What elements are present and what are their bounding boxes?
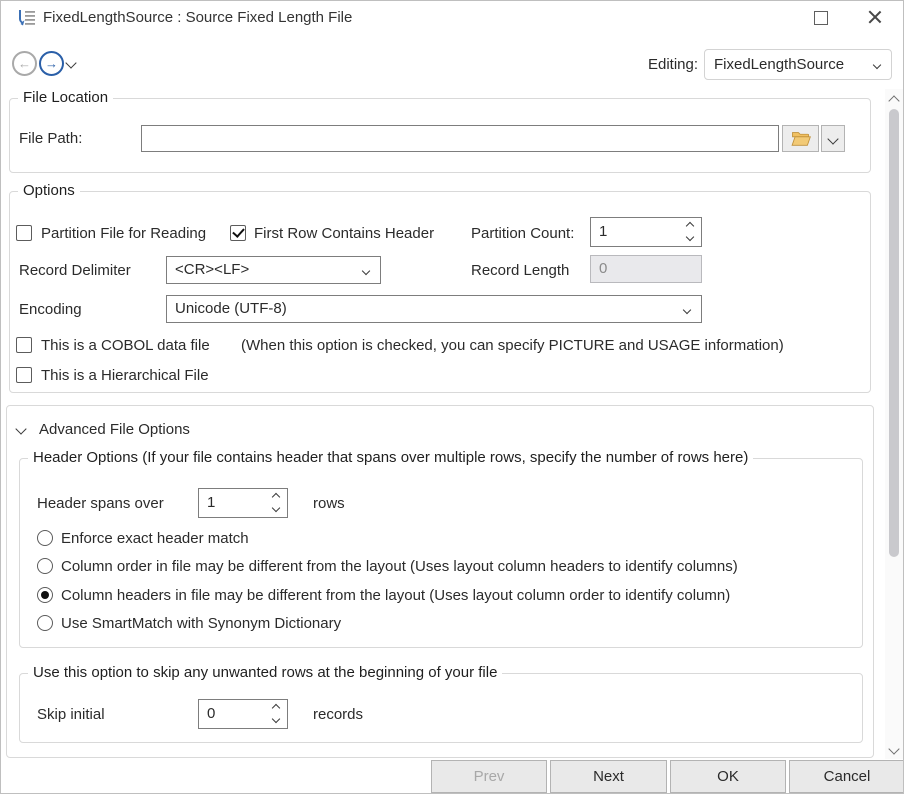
spin-up-icon[interactable]: [272, 493, 280, 501]
header-spans-stepper[interactable]: 1: [198, 488, 288, 518]
file-path-options-button[interactable]: [821, 125, 845, 152]
file-path-label: File Path:: [19, 130, 82, 147]
window-title: FixedLengthSource : Source Fixed Length …: [43, 9, 352, 26]
radio-column-order-different-label: Column order in file may be different fr…: [61, 558, 738, 575]
prev-button: Prev: [431, 760, 547, 793]
record-delimiter-value: <CR><LF>: [175, 261, 249, 278]
skip-initial-stepper[interactable]: 0: [198, 699, 288, 729]
spin-up-icon[interactable]: [686, 222, 694, 230]
skip-initial-label: Skip initial: [37, 706, 105, 723]
skip-initial-suffix: records: [313, 706, 363, 723]
header-spans-suffix: rows: [313, 495, 345, 512]
ok-button[interactable]: OK: [670, 760, 786, 793]
record-length-value: 0: [599, 260, 607, 277]
spin-up-icon[interactable]: [272, 704, 280, 712]
editing-object-value: FixedLengthSource: [714, 56, 844, 73]
encoding-dropdown[interactable]: Unicode (UTF-8): [166, 295, 702, 323]
file-path-input[interactable]: [141, 125, 779, 152]
forward-menu-chevron-icon[interactable]: [65, 57, 76, 68]
advanced-options-title[interactable]: Advanced File Options: [39, 421, 190, 438]
vertical-scrollbar[interactable]: [885, 89, 903, 759]
partition-count-label: Partition Count:: [471, 225, 574, 242]
chevron-down-icon: [362, 267, 370, 275]
hierarchical-file-checkbox[interactable]: [16, 367, 32, 383]
editing-label: Editing:: [648, 56, 698, 73]
browse-file-button[interactable]: [782, 125, 819, 152]
partition-count-value: 1: [599, 223, 607, 240]
partition-count-stepper[interactable]: 1: [590, 217, 702, 247]
skip-rows-legend: Use this option to skip any unwanted row…: [28, 664, 502, 681]
cancel-button[interactable]: Cancel: [789, 760, 904, 793]
skip-initial-value: 0: [207, 705, 215, 722]
maximize-button[interactable]: [814, 11, 828, 25]
close-button[interactable]: [867, 9, 883, 25]
source-document-icon: [17, 9, 37, 27]
record-length-label: Record Length: [471, 262, 569, 279]
options-group: Options: [9, 191, 871, 393]
editing-object-dropdown[interactable]: FixedLengthSource: [704, 49, 892, 80]
partition-file-label: Partition File for Reading: [41, 225, 206, 242]
skip-rows-group: Use this option to skip any unwanted row…: [19, 673, 863, 743]
back-button: ←: [12, 51, 37, 76]
radio-column-headers-different-label: Column headers in file may be different …: [61, 587, 730, 604]
header-options-legend: Header Options (If your file contains he…: [28, 449, 753, 466]
first-row-header-label: First Row Contains Header: [254, 225, 434, 242]
spin-down-icon[interactable]: [272, 504, 280, 512]
radio-column-order-different[interactable]: [37, 558, 53, 574]
spin-down-icon[interactable]: [272, 715, 280, 723]
record-delimiter-label: Record Delimiter: [19, 262, 131, 279]
radio-column-headers-different[interactable]: [37, 587, 53, 603]
title-bar: FixedLengthSource : Source Fixed Length …: [1, 1, 903, 35]
scroll-up-icon[interactable]: [888, 95, 899, 106]
record-delimiter-dropdown[interactable]: <CR><LF>: [166, 256, 381, 284]
header-spans-label: Header spans over: [37, 495, 164, 512]
next-button[interactable]: Next: [550, 760, 667, 793]
open-folder-icon: [790, 130, 812, 147]
radio-smartmatch-label: Use SmartMatch with Synonym Dictionary: [61, 615, 341, 632]
hierarchical-file-label: This is a Hierarchical File: [41, 367, 209, 384]
chevron-down-icon: [873, 61, 881, 69]
radio-smartmatch[interactable]: [37, 615, 53, 631]
first-row-header-checkbox[interactable]: [230, 225, 246, 241]
cobol-file-checkbox[interactable]: [16, 337, 32, 353]
chevron-down-icon: [683, 306, 691, 314]
encoding-label: Encoding: [19, 301, 82, 318]
chevron-down-icon: [827, 133, 838, 144]
partition-file-checkbox[interactable]: [16, 225, 32, 241]
radio-enforce-exact-match-label: Enforce exact header match: [61, 530, 249, 547]
forward-button[interactable]: →: [39, 51, 64, 76]
cobol-note: (When this option is checked, you can sp…: [241, 337, 784, 354]
options-legend: Options: [18, 182, 80, 199]
record-length-input: 0: [590, 255, 702, 283]
spin-down-icon[interactable]: [686, 233, 694, 241]
scroll-down-icon[interactable]: [888, 743, 899, 754]
fixed-length-source-dialog: FixedLengthSource : Source Fixed Length …: [0, 0, 904, 794]
encoding-value: Unicode (UTF-8): [175, 300, 287, 317]
file-location-legend: File Location: [18, 89, 113, 106]
cobol-file-label: This is a COBOL data file: [41, 337, 210, 354]
radio-enforce-exact-match[interactable]: [37, 530, 53, 546]
header-spans-value: 1: [207, 494, 215, 511]
scrollbar-thumb[interactable]: [889, 109, 899, 557]
